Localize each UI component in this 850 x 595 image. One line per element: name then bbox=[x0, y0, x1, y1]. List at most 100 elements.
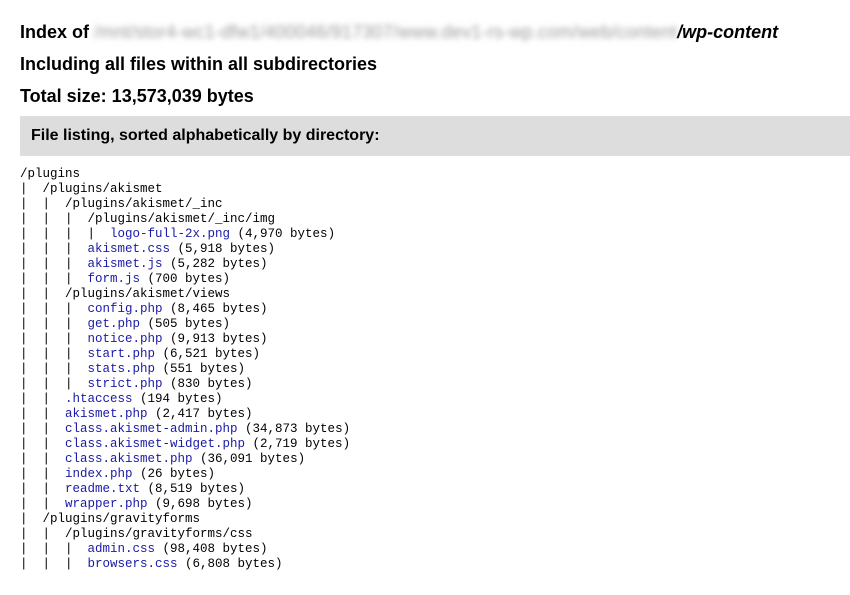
file-link[interactable]: notice.php bbox=[88, 332, 163, 346]
directory-row: /plugins bbox=[20, 167, 350, 182]
tree-indent: | | bbox=[20, 422, 66, 436]
file-link[interactable]: class.akismet-widget.php bbox=[65, 437, 245, 451]
file-link[interactable]: readme.txt bbox=[65, 482, 140, 496]
file-size: (9,913 bytes) bbox=[162, 332, 268, 346]
tree-indent: | | bbox=[20, 527, 66, 541]
file-row: | | class.akismet-widget.php (2,719 byte… bbox=[20, 437, 350, 452]
file-size: (34,873 bytes) bbox=[237, 422, 351, 436]
file-link[interactable]: index.php bbox=[65, 467, 133, 481]
tree-indent: | | bbox=[20, 407, 66, 421]
tree-indent: | | bbox=[20, 482, 66, 496]
file-size: (5,918 bytes) bbox=[170, 242, 276, 256]
file-link[interactable]: browsers.css bbox=[88, 557, 178, 571]
file-link[interactable]: akismet.css bbox=[88, 242, 171, 256]
directory-row: | /plugins/akismet bbox=[20, 182, 350, 197]
file-tree: /plugins | /plugins/akismet | | /plugins/a… bbox=[20, 167, 350, 572]
file-row: | | akismet.php (2,417 bytes) bbox=[20, 407, 350, 422]
tree-indent: | | bbox=[20, 452, 66, 466]
file-row: | | | get.php (505 bytes) bbox=[20, 317, 350, 332]
tree-indent: | | | | bbox=[20, 227, 111, 241]
file-row: | | | strict.php (830 bytes) bbox=[20, 377, 350, 392]
file-row: | | readme.txt (8,519 bytes) bbox=[20, 482, 350, 497]
file-size: (4,970 bytes) bbox=[230, 227, 336, 241]
tree-indent: | | bbox=[20, 497, 66, 511]
file-link[interactable]: class.akismet.php bbox=[65, 452, 193, 466]
tree-indent: | | | bbox=[20, 242, 88, 256]
file-link[interactable]: config.php bbox=[88, 302, 163, 316]
directory-name: /plugins/akismet bbox=[42, 182, 163, 196]
directory-row: | | | /plugins/akismet/_inc/img bbox=[20, 212, 350, 227]
file-link[interactable]: get.php bbox=[88, 317, 141, 331]
tree-indent: | | | bbox=[20, 317, 88, 331]
file-link[interactable]: form.js bbox=[88, 272, 141, 286]
tree-indent: | | bbox=[20, 287, 66, 301]
file-size: (5,282 bytes) bbox=[162, 257, 268, 271]
tree-indent: | | | bbox=[20, 257, 88, 271]
file-link[interactable]: akismet.js bbox=[88, 257, 163, 271]
directory-name: /plugins bbox=[20, 167, 81, 181]
file-row: | | | akismet.css (5,918 bytes) bbox=[20, 242, 350, 257]
file-size: (700 bytes) bbox=[140, 272, 231, 286]
file-link[interactable]: logo-full-2x.png bbox=[110, 227, 230, 241]
directory-row: | | /plugins/gravityforms/css bbox=[20, 527, 350, 542]
index-prefix: Index of bbox=[20, 22, 95, 42]
tree-indent: | | bbox=[20, 197, 66, 211]
file-link[interactable]: akismet.php bbox=[65, 407, 148, 421]
tree-indent: | | | bbox=[20, 557, 88, 571]
file-row: | | | config.php (8,465 bytes) bbox=[20, 302, 350, 317]
tree-indent: | | | bbox=[20, 377, 88, 391]
obscured-path: /mnt/stor4-wc1-dfw1/400046/917307/www.de… bbox=[94, 22, 678, 42]
file-size: (830 bytes) bbox=[162, 377, 253, 391]
tree-indent: | | | bbox=[20, 332, 88, 346]
tree-indent: | bbox=[20, 182, 43, 196]
file-size: (36,091 bytes) bbox=[192, 452, 306, 466]
file-size: (26 bytes) bbox=[132, 467, 216, 481]
tree-indent: | | | bbox=[20, 362, 88, 376]
file-link[interactable]: .htaccess bbox=[65, 392, 133, 406]
file-row: | | | start.php (6,521 bytes) bbox=[20, 347, 350, 362]
index-header: Index of /mnt/stor4-wc1-dfw1/400046/9173… bbox=[0, 0, 850, 108]
file-link[interactable]: admin.css bbox=[88, 542, 156, 556]
file-size: (98,408 bytes) bbox=[155, 542, 268, 556]
file-link[interactable]: strict.php bbox=[88, 377, 163, 391]
path-tail: /wp-content bbox=[677, 22, 779, 42]
file-size: (2,719 bytes) bbox=[245, 437, 351, 451]
file-size: (2,417 bytes) bbox=[147, 407, 253, 421]
file-size: (9,698 bytes) bbox=[147, 497, 253, 511]
file-link[interactable]: stats.php bbox=[88, 362, 156, 376]
file-link[interactable]: start.php bbox=[88, 347, 156, 361]
file-size: (505 bytes) bbox=[140, 317, 231, 331]
file-row: | | | stats.php (551 bytes) bbox=[20, 362, 350, 377]
tree-indent: | | | bbox=[20, 212, 88, 226]
file-size: (551 bytes) bbox=[155, 362, 246, 376]
file-link[interactable]: wrapper.php bbox=[65, 497, 148, 511]
directory-name: /plugins/akismet/_inc bbox=[65, 197, 223, 211]
file-listing-heading: File listing, sorted alphabetically by d… bbox=[20, 116, 850, 156]
file-row: | | | akismet.js (5,282 bytes) bbox=[20, 257, 350, 272]
directory-row: | /plugins/gravityforms bbox=[20, 512, 350, 527]
directory-name: /plugins/gravityforms/css bbox=[65, 527, 253, 541]
file-row: | | index.php (26 bytes) bbox=[20, 467, 350, 482]
file-row: | | | | logo-full-2x.png (4,970 bytes) bbox=[20, 227, 350, 242]
tree-indent: | | | bbox=[20, 272, 88, 286]
file-row: | | .htaccess (194 bytes) bbox=[20, 392, 350, 407]
file-row: | | class.akismet.php (36,091 bytes) bbox=[20, 452, 350, 467]
tree-indent: | | bbox=[20, 392, 66, 406]
tree-indent: | | bbox=[20, 467, 66, 481]
file-row: | | | browsers.css (6,808 bytes) bbox=[20, 557, 350, 572]
file-link[interactable]: class.akismet-admin.php bbox=[65, 422, 238, 436]
including-subdirectories-note: Including all files within all subdirect… bbox=[20, 54, 378, 74]
directory-name: /plugins/akismet/views bbox=[65, 287, 231, 301]
tree-indent: | | bbox=[20, 437, 66, 451]
file-size: (8,465 bytes) bbox=[162, 302, 268, 316]
file-size: (194 bytes) bbox=[132, 392, 223, 406]
file-size: (6,808 bytes) bbox=[177, 557, 283, 571]
tree-indent: | bbox=[20, 512, 43, 526]
total-size: Total size: 13,573,039 bytes bbox=[20, 86, 254, 106]
tree-indent: | | | bbox=[20, 302, 88, 316]
index-title: Index of /mnt/stor4-wc1-dfw1/400046/9173… bbox=[20, 20, 850, 44]
file-row: | | class.akismet-admin.php (34,873 byte… bbox=[20, 422, 350, 437]
directory-name: /plugins/gravityforms bbox=[42, 512, 201, 526]
file-size: (6,521 bytes) bbox=[155, 347, 261, 361]
file-row: | | | admin.css (98,408 bytes) bbox=[20, 542, 350, 557]
